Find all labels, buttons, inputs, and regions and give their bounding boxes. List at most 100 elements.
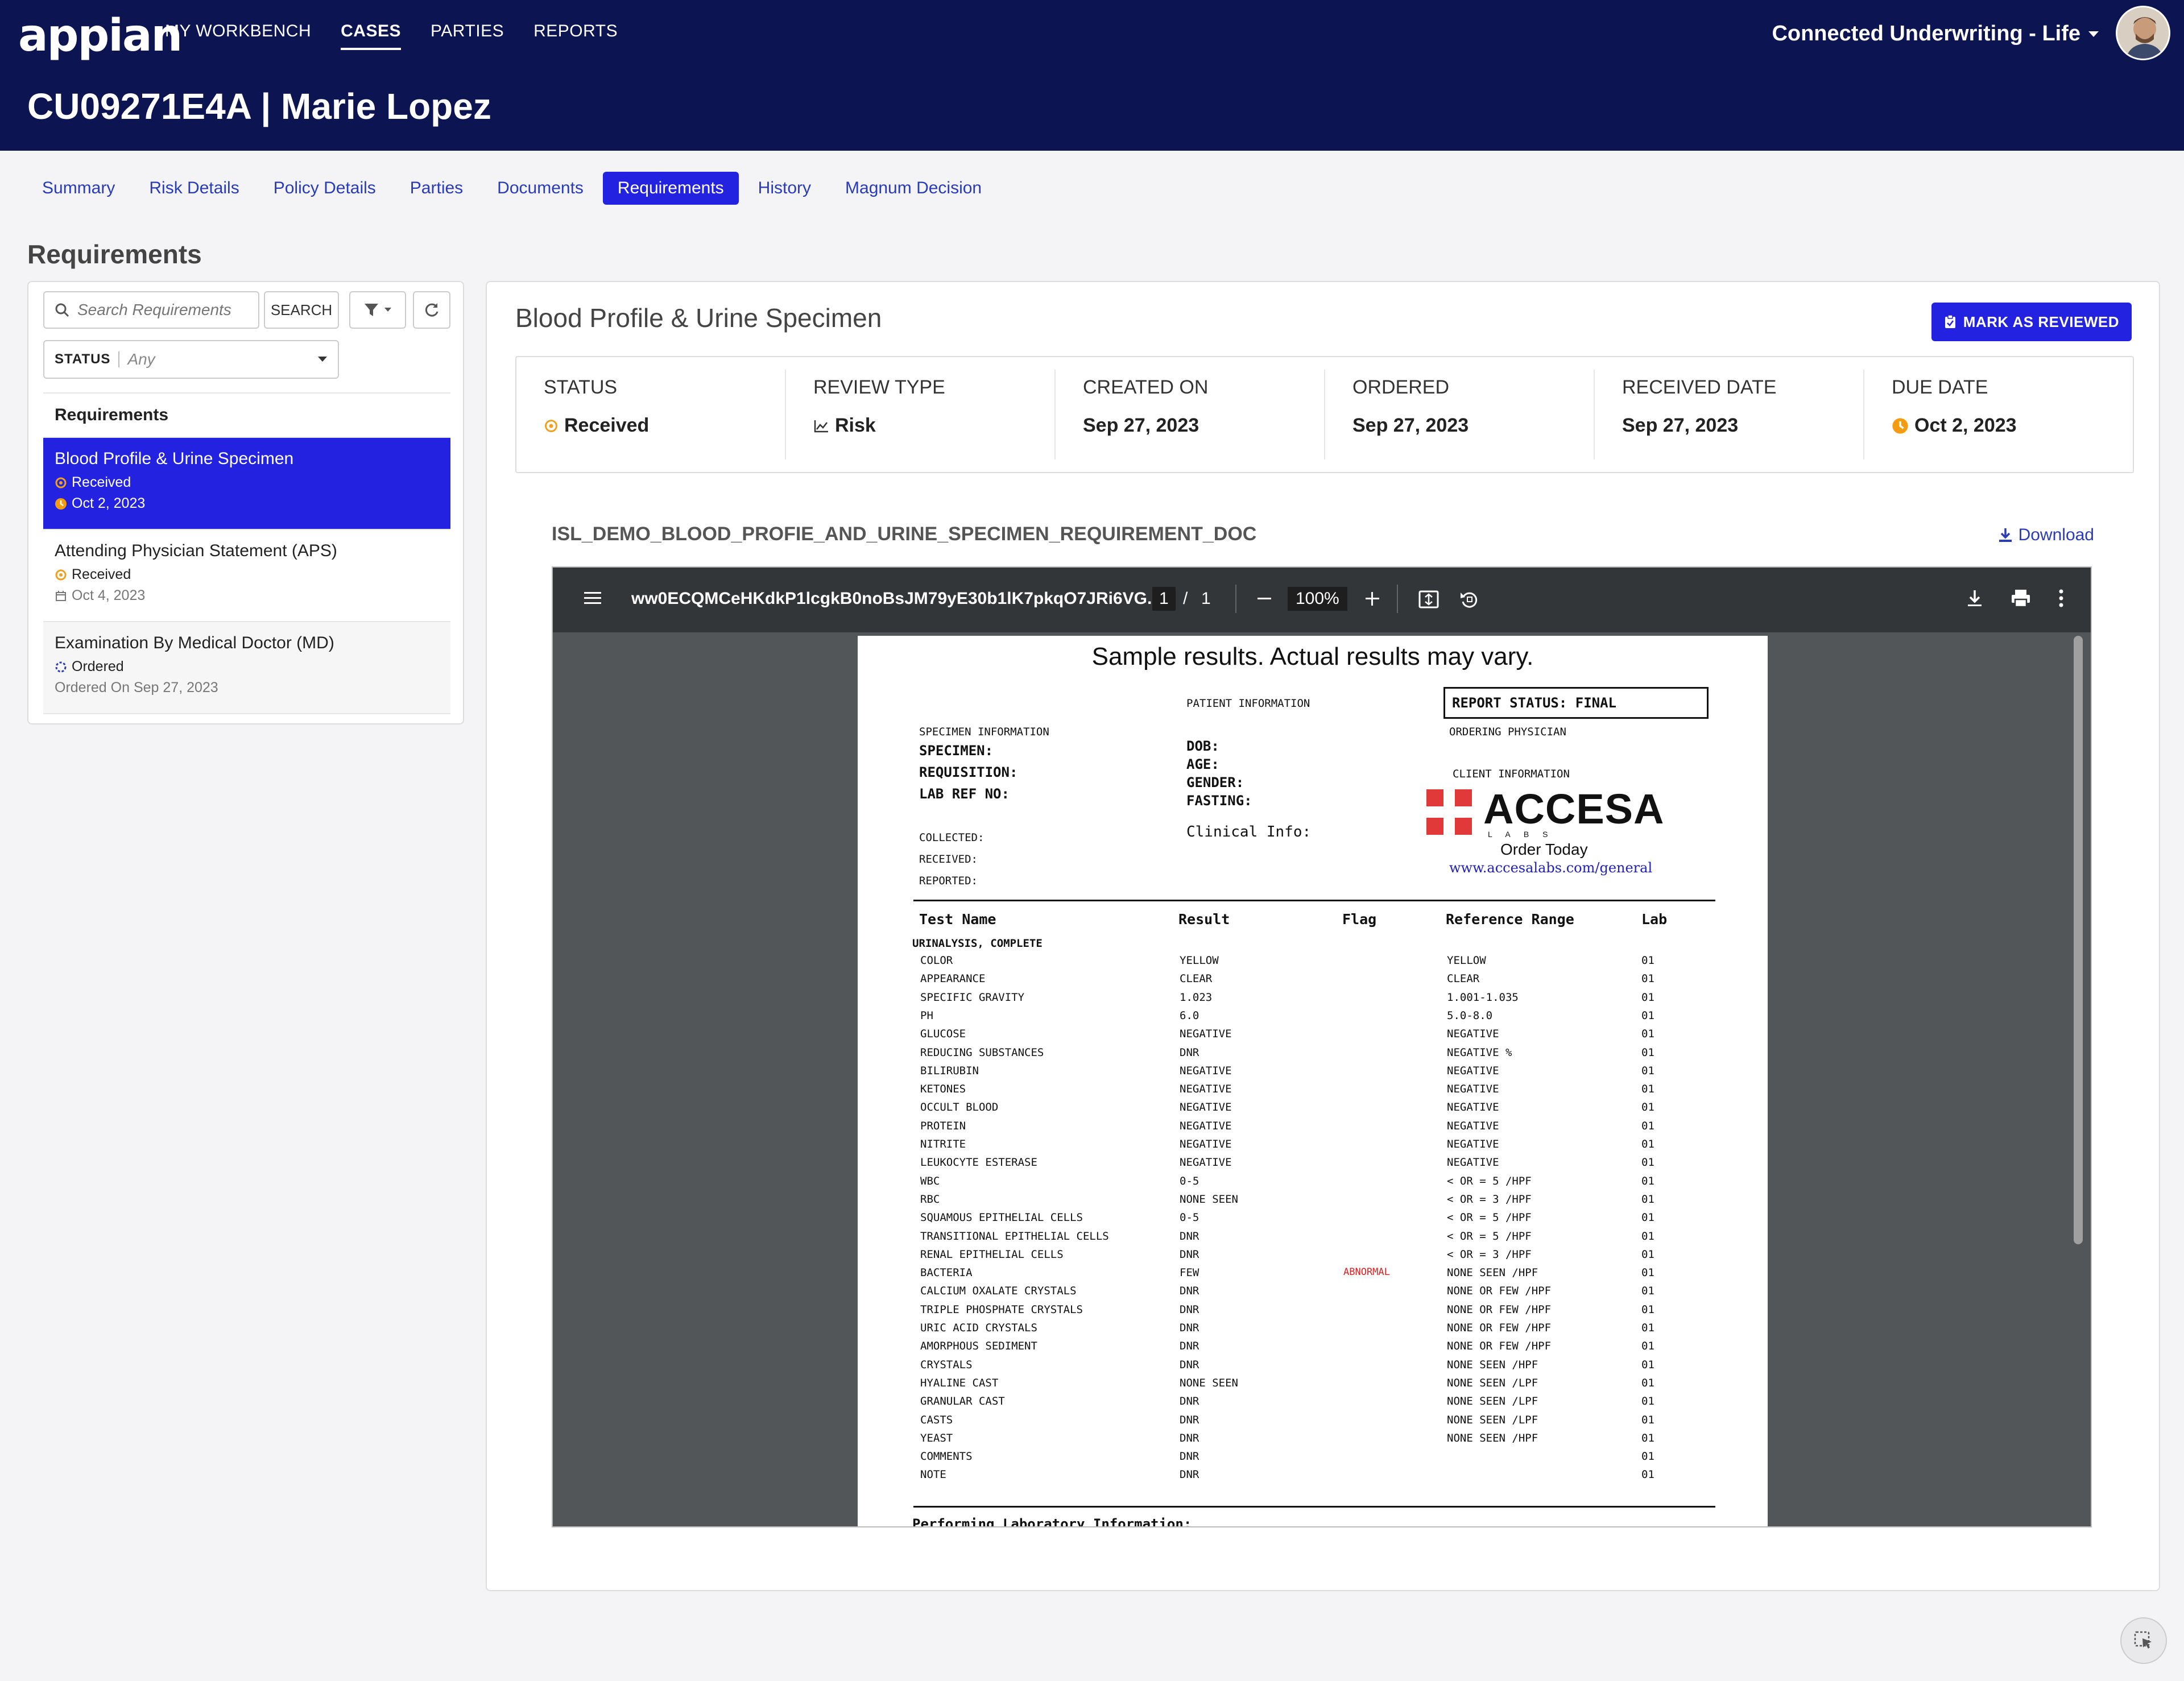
test-name-cell: TRIPLE PHOSPHATE CRYSTALS <box>920 1303 1083 1316</box>
fit-page-icon[interactable] <box>1417 588 1440 611</box>
print-icon[interactable] <box>2010 588 2032 608</box>
requirements-panel: SEARCH STATUS Any Requirements Blood Pro… <box>27 281 464 724</box>
meta-value: Sep 27, 2023 <box>1083 415 1199 436</box>
lab-cell: 01 <box>1641 1413 1654 1426</box>
fasting-field: FASTING: <box>1186 793 1252 809</box>
zoom-out-icon[interactable] <box>1256 590 1273 607</box>
tab-summary[interactable]: Summary <box>27 172 130 205</box>
tab-policy-details[interactable]: Policy Details <box>259 172 391 205</box>
section-title: Requirements <box>27 239 202 269</box>
reference-range-cell: < OR = 5 /HPF <box>1447 1211 1532 1224</box>
pdf-divider <box>913 900 1715 901</box>
test-name-cell: COLOR <box>920 954 953 967</box>
order-today-text: Order Today <box>1500 841 1588 858</box>
test-name-cell: GLUCOSE <box>920 1028 966 1041</box>
main-nav: MY WORKBENCH CASES PARTIES REPORTS <box>165 22 618 50</box>
test-name-cell: SPECIFIC GRAVITY <box>920 991 1025 1004</box>
lab-cell: 01 <box>1641 1248 1654 1261</box>
report-status: REPORT STATUS: FINAL <box>1443 687 1709 719</box>
page-number-input[interactable]: 1 <box>1152 587 1176 611</box>
clock-warning-icon <box>1892 417 1908 434</box>
app-switcher[interactable]: Connected Underwriting - Life <box>1772 22 2100 46</box>
rotate-icon[interactable] <box>1458 588 1481 611</box>
user-avatar-icon <box>2117 7 2169 59</box>
filter-button[interactable] <box>349 291 406 329</box>
requirement-detail-title: Blood Profile & Urine Specimen <box>515 303 882 333</box>
meta-ordered: ORDERED Sep 27, 2023 <box>1324 370 1594 459</box>
pdf-scrollbar[interactable] <box>2074 636 2083 1244</box>
meta-label: STATUS <box>544 376 618 398</box>
zoom-in-icon[interactable] <box>1364 590 1381 607</box>
lab-cell: 01 <box>1641 991 1654 1004</box>
search-icon <box>55 303 69 317</box>
test-name-cell: BILIRUBIN <box>920 1064 979 1077</box>
pdf-download-icon[interactable] <box>1964 588 1985 608</box>
meta-value: Risk <box>835 415 876 436</box>
lab-cell: 01 <box>1641 1046 1654 1059</box>
tab-parties[interactable]: Parties <box>395 172 478 205</box>
meta-label: RECEIVED DATE <box>1622 376 1777 398</box>
result-cell: DNR <box>1180 1468 1199 1481</box>
lab-url-link[interactable]: www.accesalabs.com/general <box>1449 860 1652 876</box>
tab-documents[interactable]: Documents <box>482 172 598 205</box>
reference-range-cell: NEGATIVE <box>1447 1156 1499 1169</box>
requirement-item-blood-profile[interactable]: Blood Profile & Urine Specimen Received … <box>43 438 450 530</box>
nav-my-workbench[interactable]: MY WORKBENCH <box>165 22 311 50</box>
test-name-cell: NITRITE <box>920 1138 966 1150</box>
tab-requirements[interactable]: Requirements <box>602 172 739 205</box>
tab-magnum-decision[interactable]: Magnum Decision <box>830 172 996 205</box>
requisition-field: REQUISITION: <box>919 764 1018 780</box>
caret-down-icon <box>2088 31 2099 37</box>
tab-history[interactable]: History <box>743 172 826 205</box>
reference-range-cell: YELLOW <box>1447 954 1486 967</box>
meta-value: Received <box>564 415 650 436</box>
refresh-button[interactable] <box>413 291 450 329</box>
gender-field: GENDER: <box>1186 775 1244 790</box>
more-options-icon[interactable] <box>2057 588 2066 608</box>
reference-range-cell: NEGATIVE % <box>1447 1046 1512 1059</box>
case-title: CU09271E4A | Marie Lopez <box>27 86 491 127</box>
lab-cell: 01 <box>1641 1285 1654 1298</box>
reference-range-cell: NONE SEEN /HPF <box>1447 1358 1538 1371</box>
search-input[interactable] <box>77 301 248 319</box>
appian-logo[interactable]: appian <box>18 10 183 61</box>
nav-cases[interactable]: CASES <box>341 22 401 50</box>
filter-icon <box>365 304 378 316</box>
reference-range-cell: NONE SEEN /HPF <box>1447 1431 1538 1444</box>
lab-cell: 01 <box>1641 1009 1654 1022</box>
lab-cell: 01 <box>1641 1450 1654 1463</box>
result-cell: YELLOW <box>1180 954 1219 967</box>
meta-received-date: RECEIVED DATE Sep 27, 2023 <box>1594 370 1863 459</box>
test-name-cell: CRYSTALS <box>920 1358 973 1371</box>
requirement-item-aps[interactable]: Attending Physician Statement (APS) Rece… <box>43 530 450 622</box>
lab-cell: 01 <box>1641 1303 1654 1316</box>
download-icon <box>1999 528 2012 542</box>
zoom-level[interactable]: 100% <box>1288 587 1347 611</box>
search-field[interactable] <box>43 291 259 329</box>
result-cell: NEGATIVE <box>1180 1156 1232 1169</box>
status-dropdown[interactable]: STATUS Any <box>43 340 339 379</box>
ordered-status-icon <box>55 661 67 672</box>
download-link[interactable]: Download <box>1998 525 2094 545</box>
meta-label: REVIEW TYPE <box>813 376 945 398</box>
requirement-item-md-exam[interactable]: Examination By Medical Doctor (MD) Order… <box>43 622 450 714</box>
test-name-cell: URIC ACID CRYSTALS <box>920 1322 1037 1334</box>
test-name-cell: HYALINE CAST <box>920 1376 999 1389</box>
menu-icon[interactable] <box>582 588 603 608</box>
search-button[interactable]: SEARCH <box>264 291 339 329</box>
nav-reports[interactable]: REPORTS <box>533 22 618 50</box>
result-cell: DNR <box>1180 1229 1199 1243</box>
lab-cell: 01 <box>1641 1395 1654 1408</box>
status-dropdown-label: STATUS <box>55 351 120 367</box>
assist-button[interactable] <box>2120 1617 2167 1664</box>
mark-as-reviewed-button[interactable]: MARK AS REVIEWED <box>1931 303 2132 341</box>
requirements-list: Requirements Blood Profile & Urine Speci… <box>43 392 450 714</box>
received-status-icon <box>545 419 557 432</box>
user-avatar[interactable] <box>2116 6 2170 60</box>
lab-cell: 01 <box>1641 1193 1654 1206</box>
nav-parties[interactable]: PARTIES <box>431 22 504 50</box>
result-cell: 0-5 <box>1180 1211 1199 1224</box>
test-name-cell: APPEARANCE <box>920 972 986 986</box>
tab-risk-details[interactable]: Risk Details <box>134 172 254 205</box>
result-cell: DNR <box>1180 1395 1199 1408</box>
